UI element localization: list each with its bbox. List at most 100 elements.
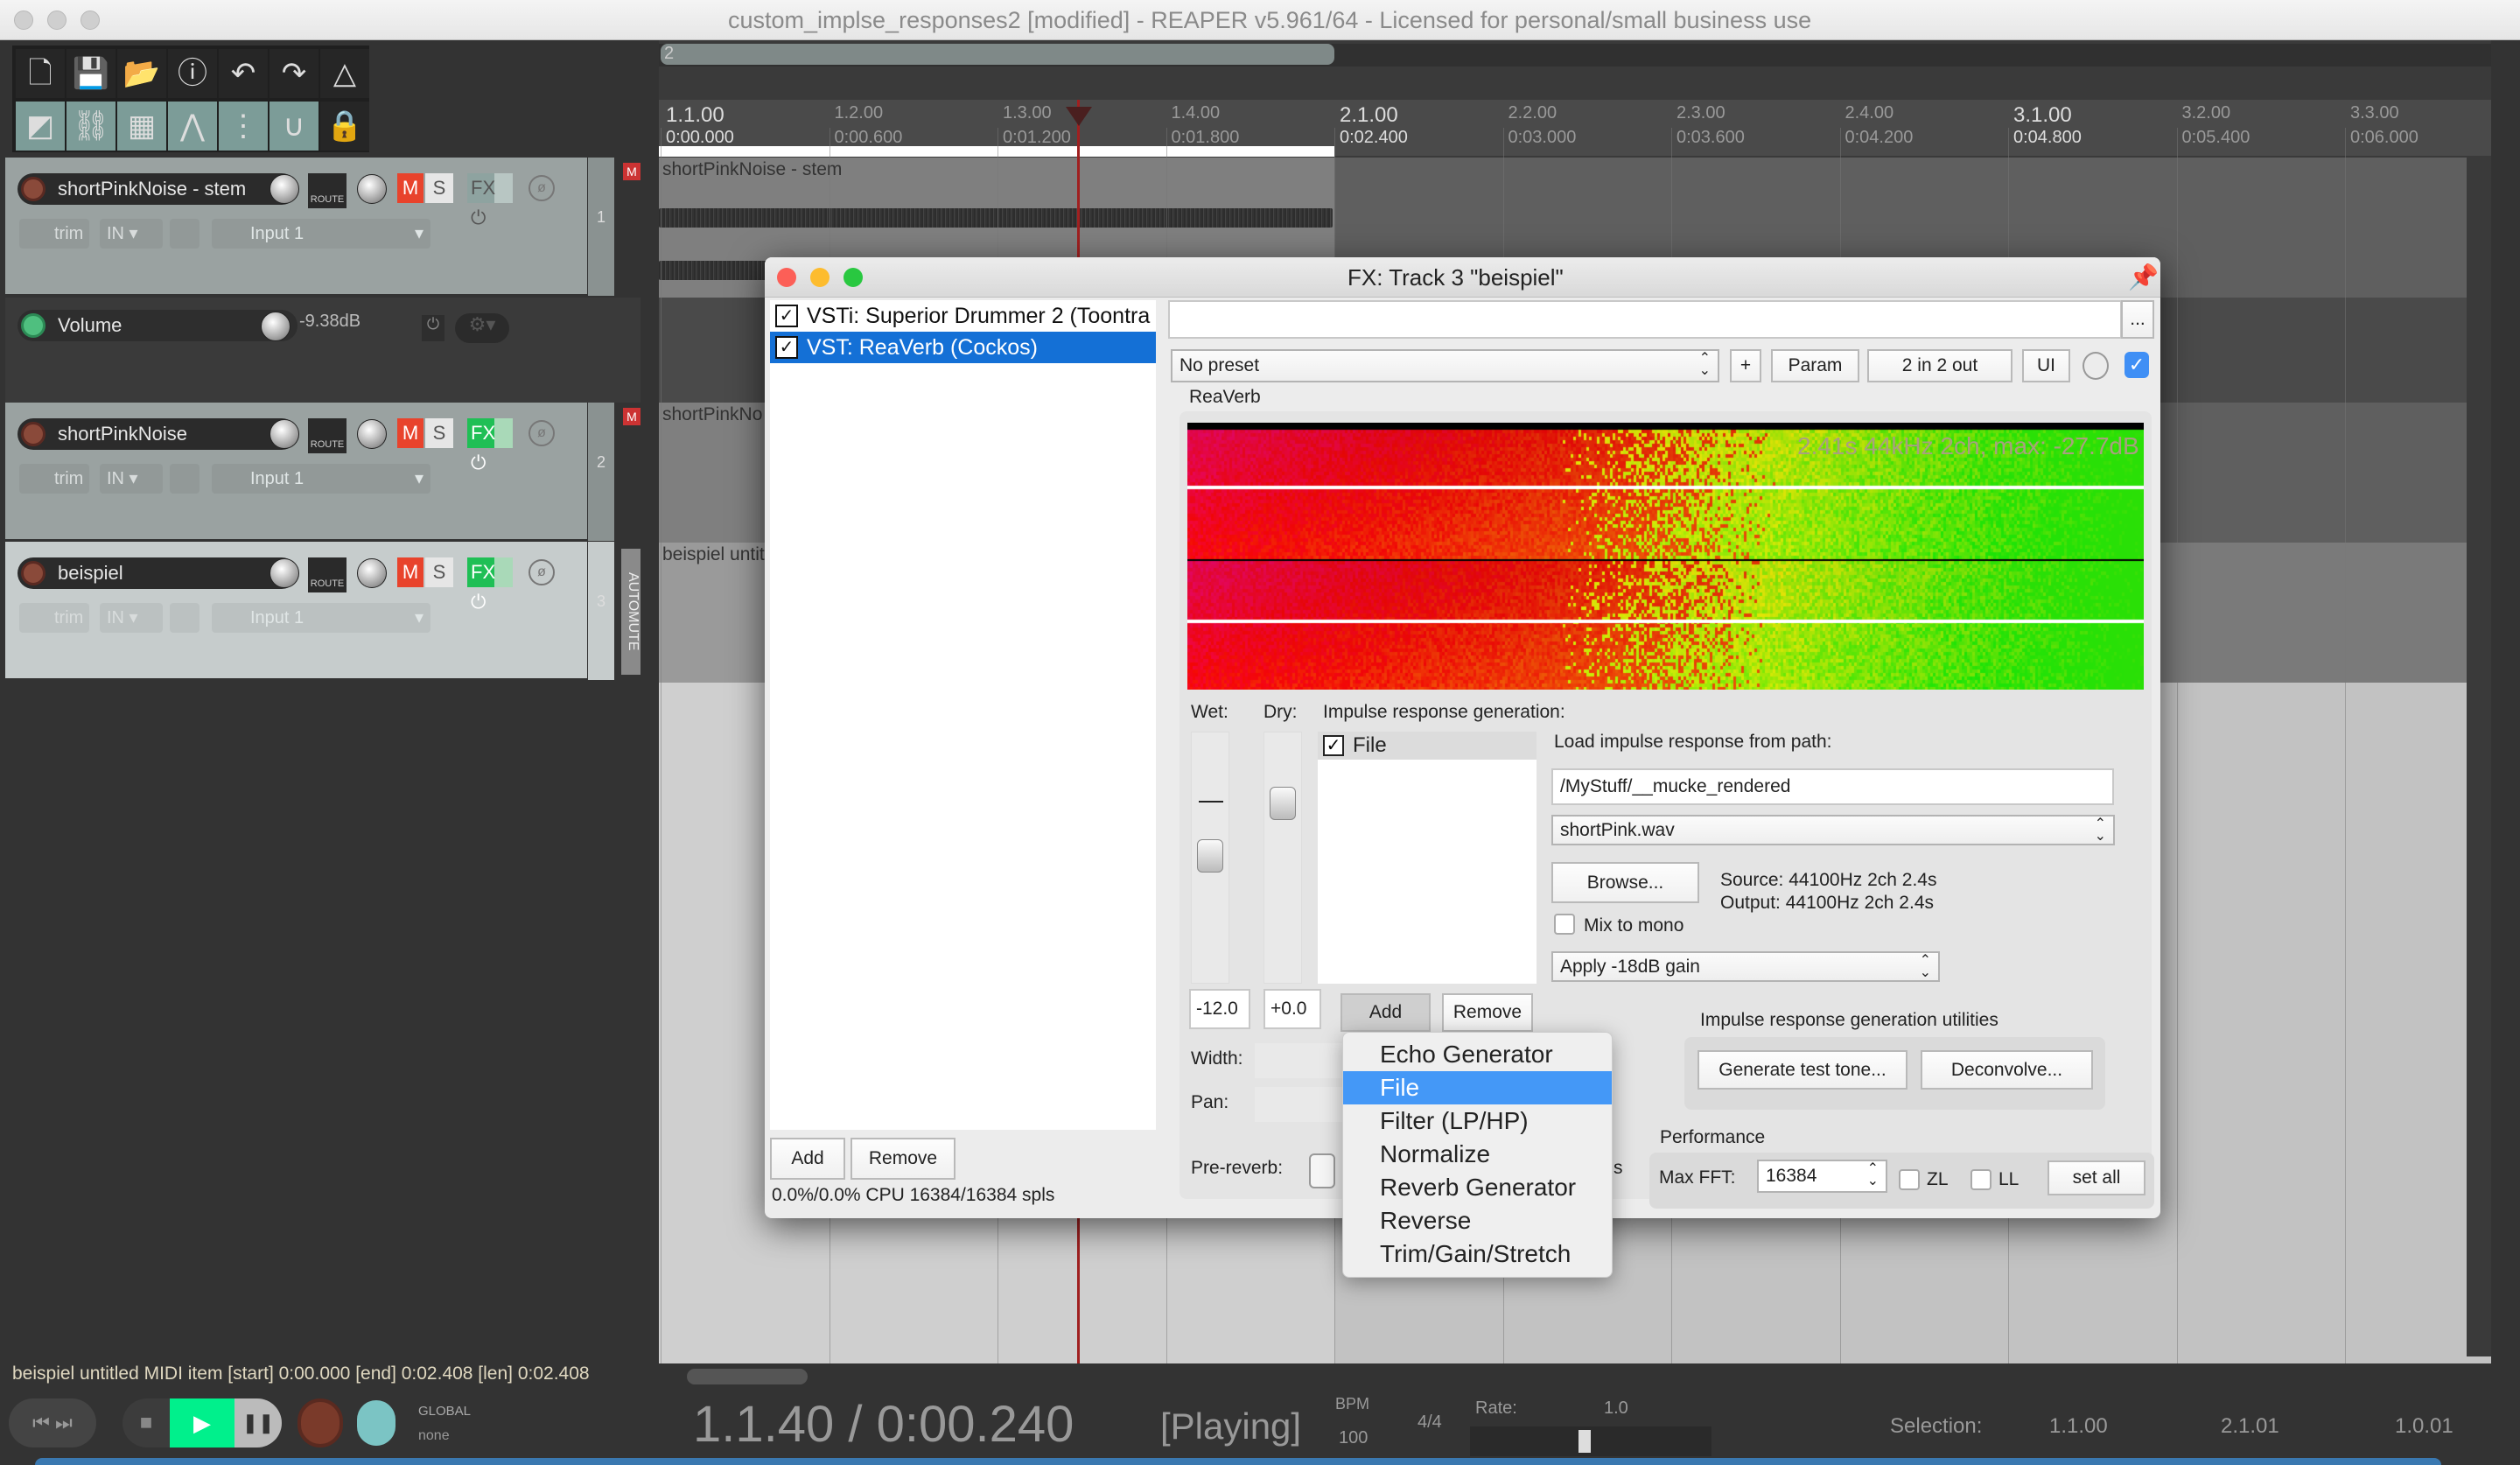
pause-button[interactable]: ❚❚ (234, 1398, 282, 1447)
menu-item[interactable]: Filter (LP/HP) (1343, 1104, 1612, 1138)
set-all-button[interactable]: set all (2048, 1160, 2146, 1195)
new-project-icon[interactable]: 🗋 (16, 49, 65, 98)
stop-button[interactable]: ■ (122, 1398, 170, 1447)
envelope-value-knob[interactable] (261, 312, 290, 341)
bpm-value[interactable]: 100 (1339, 1428, 1368, 1448)
dry-slider-thumb[interactable] (1270, 787, 1296, 820)
pan-knob[interactable] (357, 419, 387, 449)
volume-knob[interactable] (270, 419, 299, 449)
pre-reverb-slider[interactable] (1309, 1153, 1335, 1188)
ui-toggle-button[interactable]: UI (2022, 349, 2070, 382)
envelope-points-icon[interactable]: ⋀ (168, 102, 217, 151)
ir-generation-list[interactable]: ✓ File (1318, 732, 1536, 984)
horizontal-scrollbar-thumb[interactable] (687, 1369, 808, 1384)
input-monitor-button[interactable]: IN ▾ (100, 219, 163, 249)
grouping-icon[interactable]: ▦ (117, 102, 166, 151)
time-display[interactable]: 1.1.40 / 0:00.240 (693, 1395, 1074, 1454)
volume-knob[interactable] (270, 558, 299, 588)
menu-item[interactable]: File (1343, 1071, 1612, 1104)
pan-knob[interactable] (357, 558, 387, 588)
width-slider[interactable] (1255, 1043, 1342, 1078)
add-fx-button[interactable]: Add (770, 1138, 845, 1180)
solo-button[interactable]: S (425, 557, 453, 587)
preset-dropdown[interactable]: No preset ⌃ ⌄ (1171, 349, 1719, 382)
send-icon[interactable] (170, 603, 200, 633)
checkbox-checked-icon[interactable]: ✓ (775, 305, 798, 327)
phase-icon[interactable]: ø (528, 175, 555, 201)
menu-item[interactable]: Reverb Generator (1343, 1171, 1612, 1204)
input-select[interactable]: Input 1 ▾ (212, 219, 430, 249)
track-name[interactable]: shortPinkNoise (18, 418, 298, 450)
max-fft-field[interactable]: 16384 ⌃ ⌄ (1757, 1160, 1887, 1193)
track-header-3[interactable]: beispiel ROUTE M S FX ⏻ ø trim IN ▾ Inpu… (5, 542, 587, 680)
param-button[interactable]: Param (1771, 349, 1859, 382)
ll-checkbox[interactable] (1970, 1169, 1992, 1190)
project-info-icon[interactable]: ⓘ (168, 49, 217, 98)
trim-button[interactable]: trim (19, 219, 89, 249)
solo-button[interactable]: S (425, 173, 453, 203)
dry-slider[interactable] (1264, 732, 1302, 984)
dry-value-field[interactable]: +0.0 (1264, 989, 1321, 1029)
phase-icon[interactable]: ø (528, 559, 555, 585)
ripple-edit-icon[interactable]: ⛓ (66, 102, 116, 151)
record-arm-button[interactable] (21, 422, 46, 446)
input-select[interactable]: Input 1 ▾ (212, 603, 430, 633)
track-header-1[interactable]: shortPinkNoise - stem ROUTE M S FX ⏻ ø t… (5, 158, 587, 296)
fx-button[interactable]: FX ⏻ (467, 173, 513, 203)
io-routing-button[interactable]: 2 in 2 out (1867, 349, 2012, 382)
region-marker[interactable]: 2 (661, 44, 1334, 65)
envelope-arm-button[interactable] (21, 313, 46, 338)
rate-slider-thumb[interactable] (1578, 1430, 1591, 1453)
deconvolve-button[interactable]: Deconvolve... (1921, 1050, 2093, 1090)
generate-test-tone-button[interactable]: Generate test tone... (1698, 1050, 1908, 1090)
track-name[interactable]: beispiel (18, 557, 298, 589)
input-monitor-button[interactable]: IN ▾ (100, 603, 163, 633)
wet-knob[interactable] (2082, 352, 2109, 380)
mute-button[interactable]: M (397, 418, 424, 448)
volume-knob[interactable] (270, 174, 299, 204)
record-button[interactable] (298, 1398, 343, 1447)
snap-icon[interactable]: ∪ (270, 102, 318, 151)
zl-checkbox[interactable] (1899, 1169, 1920, 1190)
browse-button[interactable]: Browse... (1551, 862, 1699, 903)
mute-button[interactable]: M (397, 557, 424, 587)
ir-remove-button[interactable]: Remove (1442, 993, 1533, 1032)
fx-chain-list[interactable]: ✓ VSTi: Superior Drummer 2 (Toontra ✓ VST: … (770, 300, 1156, 1130)
minimize-window-button[interactable] (47, 11, 66, 30)
pin-icon[interactable]: 📌 (2128, 263, 2159, 291)
playhead-marker-icon[interactable] (1066, 107, 1092, 126)
save-project-icon[interactable]: 💾 (66, 49, 116, 98)
minimize-fx-window-button[interactable] (810, 268, 830, 287)
input-monitor-button[interactable]: IN ▾ (100, 464, 163, 494)
input-select[interactable]: Input 1 ▾ (212, 464, 430, 494)
mute-button[interactable]: M (397, 173, 424, 203)
fx-chain-item[interactable]: ✓ VSTi: Superior Drummer 2 (Toontra (770, 300, 1156, 332)
envelope-bypass-button[interactable]: ⏻ (422, 315, 444, 341)
redo-icon[interactable]: ↷ (270, 49, 318, 98)
time-signature[interactable]: 4/4 (1418, 1412, 1442, 1433)
undo-icon[interactable]: ↶ (219, 49, 268, 98)
close-window-button[interactable] (14, 11, 33, 30)
ir-list-item-file[interactable]: ✓ File (1318, 732, 1536, 760)
send-icon[interactable] (170, 219, 200, 249)
gain-dropdown[interactable]: Apply -18dB gain ⌃ ⌄ (1551, 951, 1940, 982)
add-preset-button[interactable]: + (1730, 349, 1761, 382)
zoom-fx-window-button[interactable] (844, 268, 863, 287)
fx-name-field[interactable] (1168, 300, 2122, 339)
wet-value-field[interactable]: -12.0 (1189, 989, 1250, 1029)
ir-path-field[interactable]: /MyStuff/__mucke_rendered (1551, 768, 2114, 805)
trim-button[interactable]: trim (19, 464, 89, 494)
solo-button[interactable]: S (425, 418, 453, 448)
checkbox-checked-icon[interactable]: ✓ (1323, 735, 1344, 756)
track-name[interactable]: shortPinkNoise - stem (18, 173, 298, 205)
pan-slider[interactable] (1255, 1087, 1342, 1122)
wet-slider[interactable] (1191, 732, 1229, 984)
record-arm-button[interactable] (21, 177, 46, 201)
menu-item[interactable]: Normalize (1343, 1138, 1612, 1171)
track-header-2[interactable]: shortPinkNoise ROUTE M S FX ⏻ ø trim IN … (5, 403, 587, 541)
more-options-button[interactable]: ... (2121, 300, 2154, 339)
route-button[interactable]: ROUTE (308, 173, 346, 208)
selection-start[interactable]: 1.1.00 (2049, 1414, 2108, 1439)
open-project-icon[interactable]: 📂 (117, 49, 166, 98)
fx-button[interactable]: FX ⏻ (467, 418, 513, 448)
